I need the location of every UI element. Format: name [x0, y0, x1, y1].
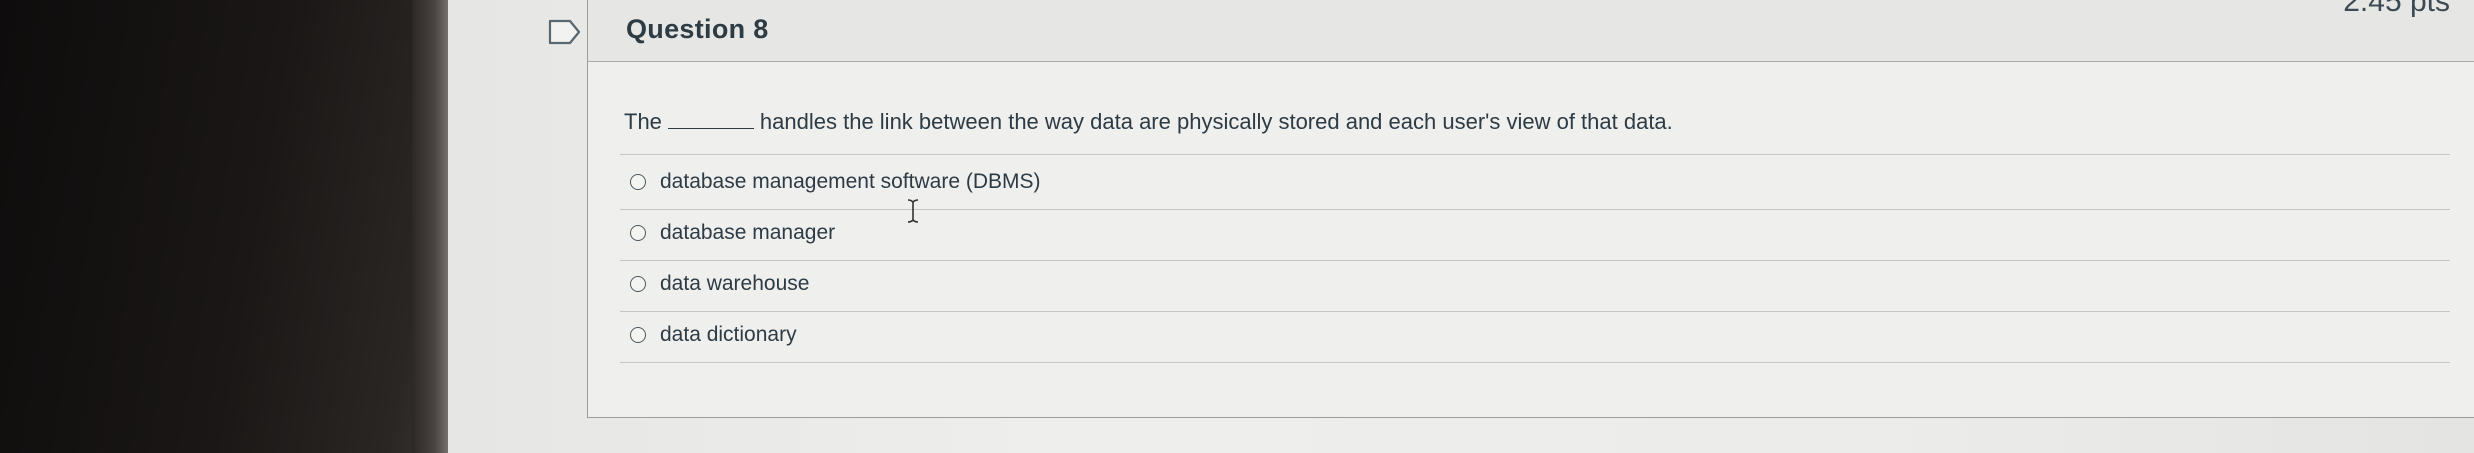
fill-in-blank	[667, 110, 754, 129]
answer-option-4[interactable]: data dictionary	[620, 312, 2450, 363]
question-text: The handles the link between the way data…	[624, 109, 1673, 135]
flag-icon[interactable]	[548, 18, 582, 46]
question-text-after: handles the link between the way data ar…	[759, 109, 1673, 134]
question-text-before: The	[624, 109, 662, 134]
radio-button[interactable]	[630, 225, 646, 241]
answer-label[interactable]: data dictionary	[660, 323, 797, 347]
answer-label[interactable]: data warehouse	[660, 272, 809, 296]
answer-option-1[interactable]: database management software (DBMS)	[620, 159, 2450, 210]
radio-button[interactable]	[630, 174, 646, 190]
text-cursor-icon	[907, 199, 919, 223]
question-points: 2.45 pts	[2343, 0, 2450, 18]
radio-button[interactable]	[630, 276, 646, 292]
question-header: Question 8 2.45 pts	[588, 0, 2474, 62]
question-title: Question 8	[626, 14, 769, 44]
question-card: Question 8 2.45 pts The handles the link …	[587, 0, 2474, 418]
monitor-bezel-edge	[412, 0, 450, 453]
radio-button[interactable]	[630, 327, 646, 343]
answer-label[interactable]: database manager	[660, 221, 835, 245]
monitor-bezel	[0, 0, 450, 453]
answer-option-2[interactable]: database manager	[620, 210, 2450, 261]
answer-label[interactable]: database management software (DBMS)	[660, 170, 1041, 194]
answer-option-3[interactable]: data warehouse	[620, 261, 2450, 312]
answers-divider	[620, 154, 2450, 155]
